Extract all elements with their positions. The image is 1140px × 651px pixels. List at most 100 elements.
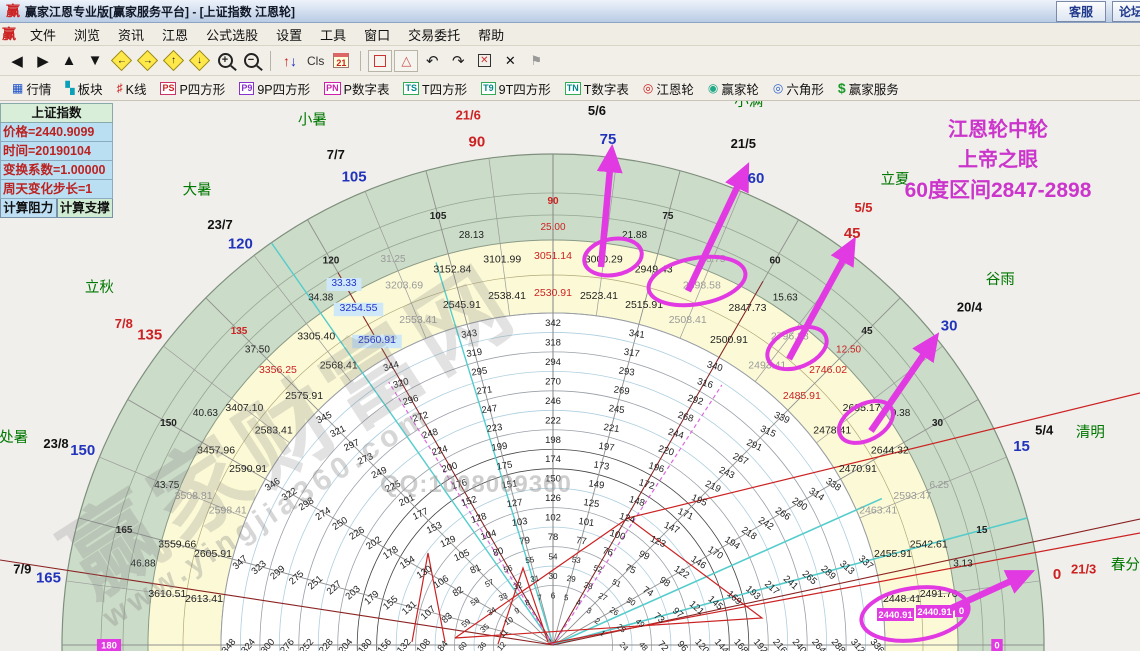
winner-wheel-icon: ◉ xyxy=(707,81,719,95)
ring-degree-value: 45 xyxy=(861,326,873,337)
degree-label: 30 xyxy=(941,317,958,334)
panel-row-1: 时间=20190104 xyxy=(0,142,113,161)
ring-price-outer-value: 3610.51 xyxy=(148,588,186,600)
xbox-tool-button[interactable]: ✕ xyxy=(472,50,496,72)
degree-label: 135 xyxy=(137,326,162,343)
view-9p-square-button[interactable]: P9 9P四方形 xyxy=(232,76,317,101)
degree-label: 150 xyxy=(70,442,95,459)
view-sectors-button[interactable]: ▚ 板块 xyxy=(58,76,109,101)
menu-item-9[interactable]: 帮助 xyxy=(469,23,513,46)
forum-button[interactable]: 论坛 xyxy=(1111,0,1140,22)
view-winner-service-button[interactable]: $ 赢家服务 xyxy=(831,76,906,101)
view-hexagon-button[interactable]: ◎ 六角形 xyxy=(766,76,831,101)
view-t-square-button[interactable]: TS T四方形 xyxy=(396,76,474,101)
updown-button[interactable]: ↑ ↓ xyxy=(278,50,302,72)
ring-price-inner-value: 2530.91 xyxy=(534,287,572,299)
p-square-label: P四方形 xyxy=(179,82,226,97)
view-p-table-button[interactable]: PN P数字表 xyxy=(317,76,396,101)
view-kline-button[interactable]: ♯ K线 xyxy=(110,76,154,101)
view-p-square-button[interactable]: PS P四方形 xyxy=(153,76,232,101)
ring-pct-value: 28.13 xyxy=(459,230,484,241)
up-button[interactable]: ▲ xyxy=(57,50,81,72)
prev-button[interactable]: ◀ xyxy=(5,50,29,72)
sectors-label: 板块 xyxy=(77,82,103,97)
menu-item-0[interactable]: 文件 xyxy=(21,23,65,46)
menu-item-4[interactable]: 公式选股 xyxy=(197,23,267,46)
cls-button[interactable]: Cls xyxy=(304,54,327,68)
ring-price-outer-value: 3152.84 xyxy=(433,263,471,275)
ring-integer-value: 103 xyxy=(511,516,528,529)
date-label: 5/4 xyxy=(1035,422,1054,437)
menu-item-2[interactable]: 资讯 xyxy=(109,23,153,46)
ring-price-outer-value: 3356.25 xyxy=(259,364,297,376)
ring-price-inner-value: 2553.41 xyxy=(399,314,437,326)
rotate-ccw-button[interactable]: ↶ xyxy=(420,50,444,72)
triangle-tool-button[interactable]: △ xyxy=(394,49,419,72)
menu-item-8[interactable]: 交易委托 xyxy=(399,23,469,46)
menu-item-5[interactable]: 设置 xyxy=(267,23,311,46)
collapse-tool-button[interactable]: ✕ xyxy=(498,50,522,72)
ring-integer-value: 341 xyxy=(628,328,645,341)
ring-pct-value: 6.25 xyxy=(929,480,949,491)
ring-pct-value: 3.13 xyxy=(953,558,973,569)
ring-integer-value: 79 xyxy=(519,535,531,547)
next-button[interactable]: ▶ xyxy=(31,50,55,72)
index-name: 上证指数 xyxy=(0,103,113,123)
ring-price-outer-value: 3407.10 xyxy=(225,402,263,414)
pan-left-button[interactable]: ← xyxy=(109,49,133,72)
ring-integer-value: 150 xyxy=(545,474,561,485)
pan-right-button[interactable]: → xyxy=(135,49,159,72)
view-quote-button[interactable]: ▦ 行情 xyxy=(5,76,58,101)
hexagon-icon: ◎ xyxy=(772,81,784,95)
flag-tool-button[interactable]: ⚑ xyxy=(524,50,548,72)
view-9t-square-button[interactable]: T9 9T四方形 xyxy=(474,76,558,101)
ring-integer-value: 127 xyxy=(506,497,523,510)
zoom-out-button[interactable]: − xyxy=(239,50,263,72)
annotation-line-1: 江恩轮中轮 xyxy=(948,119,1048,141)
calc-support-button[interactable]: 计算支撑 xyxy=(56,199,113,218)
gann-wheel-chart-area[interactable]: 0 15 30 45 60 75 90 105 120 135 150 165 180 3.13 6.25 9… xyxy=(0,101,1140,651)
date-label: 7/8 xyxy=(115,316,133,331)
ring-price-outer-value: 3559.66 xyxy=(158,538,196,550)
kline-icon: ♯ xyxy=(116,81,123,95)
view-winner-wheel-button[interactable]: ◉ 赢家轮 xyxy=(701,76,766,101)
square-tool-button[interactable] xyxy=(368,49,393,72)
ring-integer-value: 294 xyxy=(545,357,561,368)
customer-service-button[interactable]: 客服 xyxy=(1055,0,1106,22)
ring-integer-value: 77 xyxy=(575,535,587,547)
menu-item-6[interactable]: 工具 xyxy=(311,23,355,46)
ring-price-inner-value: 2575.91 xyxy=(285,390,323,402)
ring-integer-value: 126 xyxy=(545,493,561,504)
kline-label: K线 xyxy=(125,82,147,97)
toolbar-separator xyxy=(270,50,271,71)
ring-price-inner-value: 2523.41 xyxy=(580,290,618,302)
t-table-label: T数字表 xyxy=(583,82,629,97)
zoom-in-button[interactable]: + xyxy=(213,50,237,72)
menu-item-3[interactable]: 江恩 xyxy=(153,23,197,46)
p-table-label: P数字表 xyxy=(343,82,390,97)
date-label: 21/5 xyxy=(731,136,756,151)
menu-item-7[interactable]: 窗口 xyxy=(355,23,399,46)
ring-degree-value: 15 xyxy=(976,525,988,536)
menu-item-1[interactable]: 浏览 xyxy=(65,23,109,46)
p-table-icon: PN xyxy=(324,81,341,95)
view-t-table-button[interactable]: TN T数字表 xyxy=(558,76,636,101)
hexagon-label: 六角形 xyxy=(786,82,824,97)
ring-integer-value: 342 xyxy=(545,318,561,329)
date-label: 23/7 xyxy=(207,217,232,232)
down-button[interactable]: ▼ xyxy=(83,50,107,72)
rotate-cw-button[interactable]: ↷ xyxy=(446,50,470,72)
view-gann-wheel-button[interactable]: ◎ 江恩轮 xyxy=(636,76,701,101)
calendar-button[interactable]: 21 xyxy=(329,50,353,72)
degree-label: 90 xyxy=(469,134,486,151)
9t-square-icon: T9 xyxy=(481,81,496,95)
ring-price-inner-value: 2545.91 xyxy=(443,299,481,311)
calc-resistance-button[interactable]: 计算阻力 xyxy=(0,199,57,218)
9p-square-label: 9P四方形 xyxy=(257,82,311,97)
ring-integer-value: 102 xyxy=(545,513,561,524)
ring-integer-value: 30 xyxy=(549,572,558,581)
ring-degree-value: 30 xyxy=(932,418,944,429)
pan-up-button[interactable]: ↑ xyxy=(161,49,185,72)
panel-row-2: 变换系数=1.00000 xyxy=(0,161,113,180)
pan-down-button[interactable]: ↓ xyxy=(187,49,211,72)
